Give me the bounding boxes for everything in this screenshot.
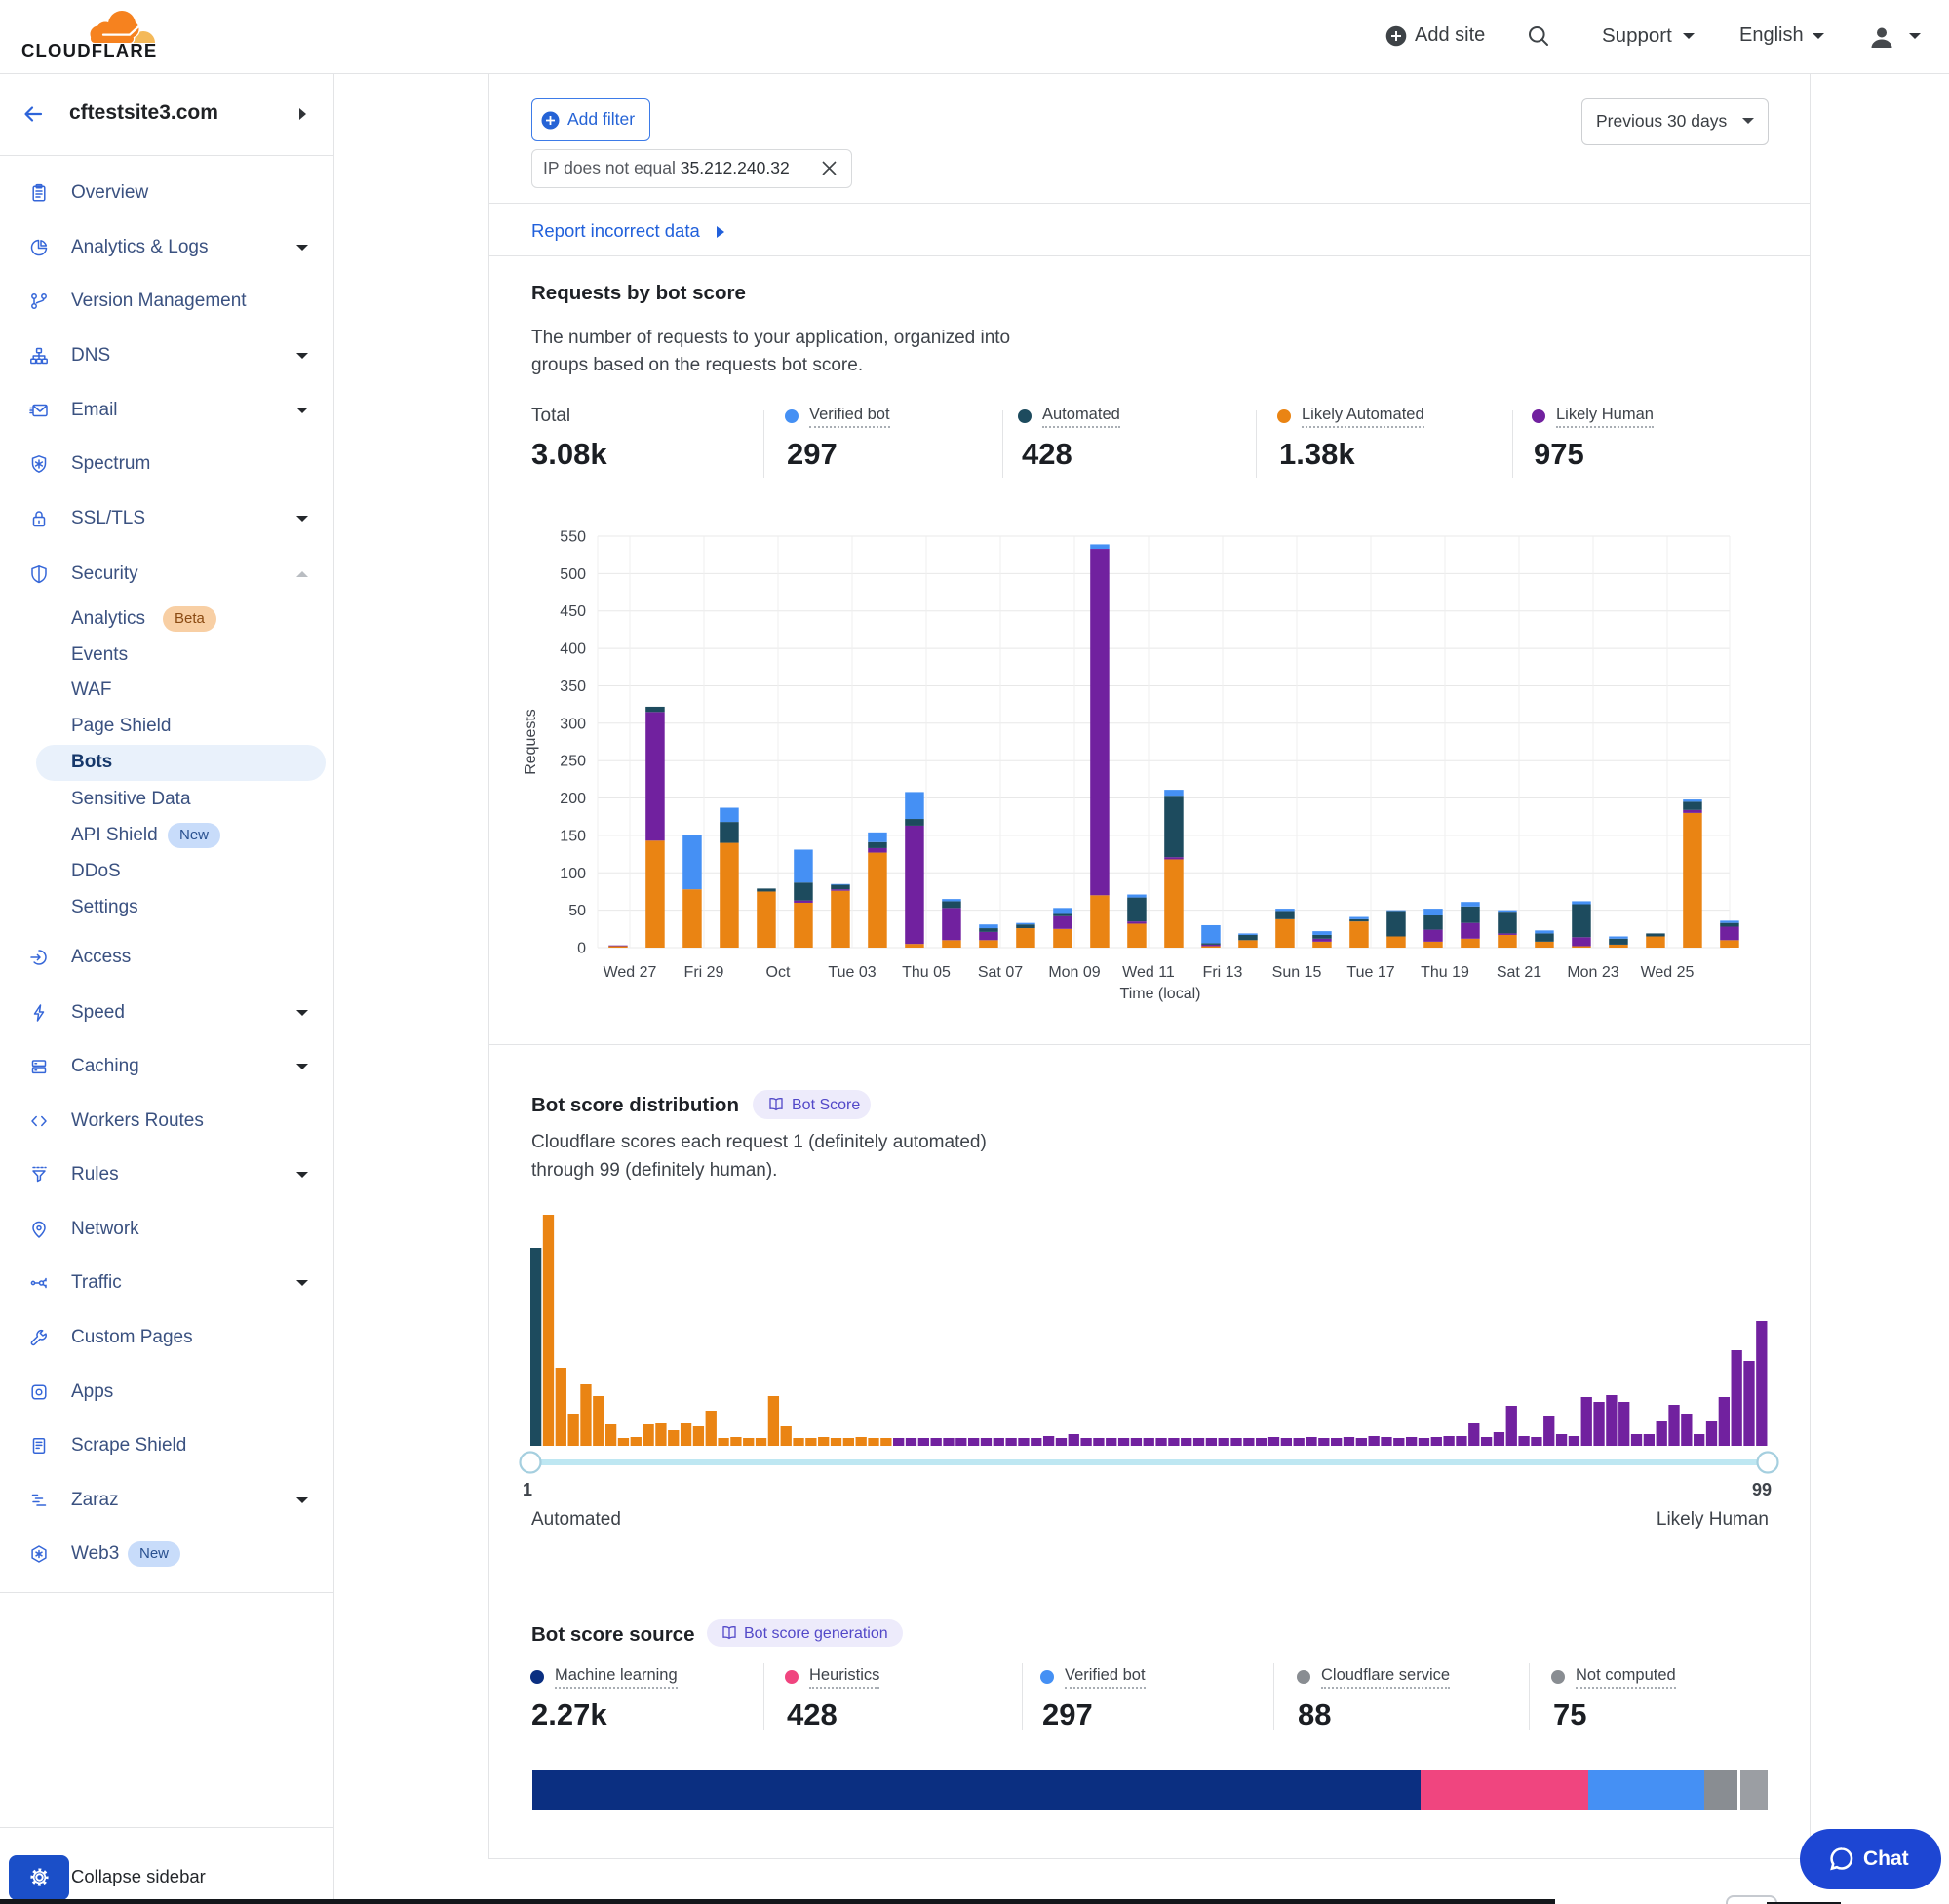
svg-text:Time (local): Time (local) [1120, 986, 1201, 1002]
svg-text:150: 150 [560, 828, 586, 844]
svg-text:50: 50 [568, 903, 586, 919]
svg-text:Sun 15: Sun 15 [1272, 964, 1322, 981]
svg-text:300: 300 [560, 716, 586, 732]
svg-text:250: 250 [560, 754, 586, 770]
svg-text:450: 450 [560, 603, 586, 620]
svg-text:Tue 17: Tue 17 [1346, 964, 1394, 981]
svg-text:Mon 23: Mon 23 [1567, 964, 1618, 981]
svg-text:0: 0 [577, 941, 586, 957]
svg-text:Fri 13: Fri 13 [1203, 964, 1243, 981]
svg-text:100: 100 [560, 866, 586, 882]
svg-text:Thu 05: Thu 05 [902, 964, 951, 981]
svg-text:Tue 03: Tue 03 [828, 964, 876, 981]
svg-text:Sat 07: Sat 07 [978, 964, 1023, 981]
svg-text:Wed 27: Wed 27 [604, 964, 657, 981]
svg-text:350: 350 [560, 679, 586, 695]
svg-text:500: 500 [560, 566, 586, 583]
svg-text:Thu 19: Thu 19 [1421, 964, 1469, 981]
svg-text:Mon 09: Mon 09 [1048, 964, 1100, 981]
svg-text:Fri 29: Fri 29 [684, 964, 724, 981]
svg-text:400: 400 [560, 641, 586, 658]
svg-text:Wed 11: Wed 11 [1122, 964, 1175, 981]
svg-text:Requests: Requests [523, 709, 539, 775]
svg-text:Wed 25: Wed 25 [1641, 964, 1695, 981]
svg-text:Sat 21: Sat 21 [1497, 964, 1541, 981]
svg-text:200: 200 [560, 791, 586, 807]
svg-text:550: 550 [560, 529, 586, 546]
svg-text:Oct: Oct [766, 964, 791, 981]
